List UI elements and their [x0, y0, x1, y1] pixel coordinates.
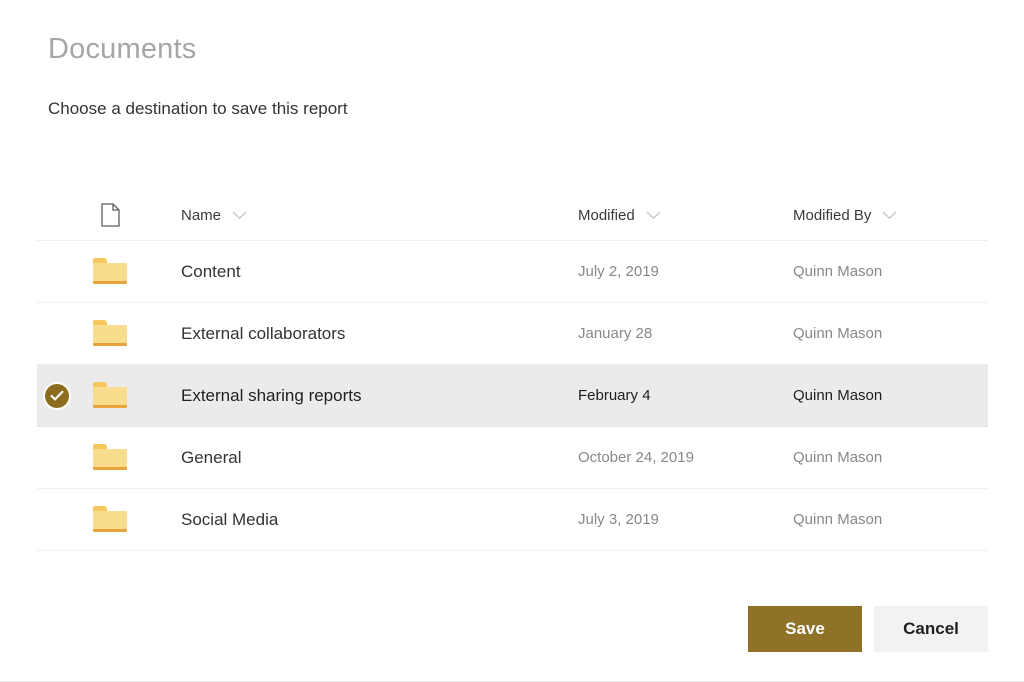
cancel-button[interactable]: Cancel: [874, 606, 988, 652]
row-select-checkbox[interactable]: [45, 260, 69, 284]
row-name-label: Content: [181, 261, 241, 281]
row-modified-by-cell: Quinn Mason: [793, 449, 988, 466]
dialog-subtitle: Choose a destination to save this report: [48, 99, 348, 118]
row-modified-cell: July 3, 2019: [578, 511, 793, 528]
folder-icon: [93, 444, 127, 471]
documents-picker-dialog: Documents Choose a destination to save t…: [0, 0, 1024, 682]
row-select-cell[interactable]: [37, 260, 76, 284]
row-modified-by-label: Quinn Mason: [793, 263, 883, 280]
row-modified-by-cell: Quinn Mason: [793, 511, 988, 528]
row-select-checkbox[interactable]: [45, 322, 69, 346]
table-row[interactable]: General October 24, 2019 Quinn Mason: [37, 427, 988, 489]
row-name-label: Social Media: [181, 509, 279, 529]
row-modified-cell: July 2, 2019: [578, 263, 793, 280]
save-button[interactable]: Save: [748, 606, 862, 652]
row-modified-by-label: Quinn Mason: [793, 449, 883, 466]
row-select-cell[interactable]: [37, 508, 76, 532]
header-name-column[interactable]: Name: [144, 207, 578, 224]
row-icon-cell: [76, 320, 144, 347]
row-modified-cell: January 28: [578, 325, 793, 342]
chevron-down-icon: [232, 210, 247, 220]
row-name-label: External sharing reports: [181, 385, 362, 405]
row-icon-cell: [76, 258, 144, 285]
row-name-cell[interactable]: Content: [144, 262, 578, 282]
row-icon-cell: [76, 382, 144, 409]
row-select-checkbox[interactable]: [45, 508, 69, 532]
document-icon: [100, 203, 120, 227]
row-modified-label: July 2, 2019: [578, 263, 659, 280]
row-name-cell[interactable]: General: [144, 448, 578, 468]
row-modified-label: October 24, 2019: [578, 449, 694, 466]
row-modified-label: July 3, 2019: [578, 511, 659, 528]
row-name-label: External collaborators: [181, 323, 346, 343]
row-name-label: General: [181, 447, 242, 467]
table-row[interactable]: External sharing reports February 4 Quinn …: [37, 365, 988, 427]
header-file-type-column[interactable]: [76, 203, 144, 227]
header-modified-label: Modified: [578, 206, 635, 224]
row-select-checkbox[interactable]: [45, 446, 69, 470]
row-selected-check-icon[interactable]: [44, 383, 69, 408]
file-list-table: Name Modified Modified By Content July 2…: [37, 190, 988, 551]
header-name-label: Name: [181, 206, 222, 224]
folder-icon: [93, 506, 127, 533]
row-modified-by-cell: Quinn Mason: [793, 263, 988, 280]
folder-icon: [93, 320, 127, 347]
dialog-footer: Save Cancel: [0, 605, 1024, 653]
header-modified-column[interactable]: Modified: [578, 207, 793, 224]
row-name-cell[interactable]: External collaborators: [144, 324, 578, 344]
row-modified-by-cell: Quinn Mason: [793, 387, 988, 404]
row-name-cell[interactable]: External sharing reports: [144, 386, 578, 406]
chevron-down-icon: [882, 210, 897, 220]
row-modified-label: February 4: [578, 387, 651, 404]
row-modified-by-label: Quinn Mason: [793, 387, 883, 404]
table-row[interactable]: Content July 2, 2019 Quinn Mason: [37, 241, 988, 303]
page-title: Documents: [48, 33, 197, 65]
table-body: Content July 2, 2019 Quinn Mason External c…: [37, 241, 988, 551]
row-modified-cell: February 4: [578, 387, 793, 404]
row-icon-cell: [76, 444, 144, 471]
folder-icon: [93, 258, 127, 285]
folder-icon: [93, 382, 127, 409]
row-name-cell[interactable]: Social Media: [144, 510, 578, 530]
row-modified-label: January 28: [578, 325, 653, 342]
row-modified-by-label: Quinn Mason: [793, 325, 883, 342]
table-row[interactable]: External collaborators January 28 Quinn Ma…: [37, 303, 988, 365]
chevron-down-icon: [646, 210, 661, 220]
row-modified-by-label: Quinn Mason: [793, 511, 883, 528]
row-modified-cell: October 24, 2019: [578, 449, 793, 466]
header-modified-by-column[interactable]: Modified By: [793, 207, 988, 224]
header-modified-by-label: Modified By: [793, 206, 872, 224]
row-select-cell[interactable]: [37, 446, 76, 470]
row-select-cell[interactable]: [37, 383, 76, 408]
row-modified-by-cell: Quinn Mason: [793, 325, 988, 342]
table-row[interactable]: Social Media July 3, 2019 Quinn Mason: [37, 489, 988, 551]
row-icon-cell: [76, 506, 144, 533]
row-select-cell[interactable]: [37, 322, 76, 346]
table-header-row: Name Modified Modified By: [37, 190, 988, 241]
